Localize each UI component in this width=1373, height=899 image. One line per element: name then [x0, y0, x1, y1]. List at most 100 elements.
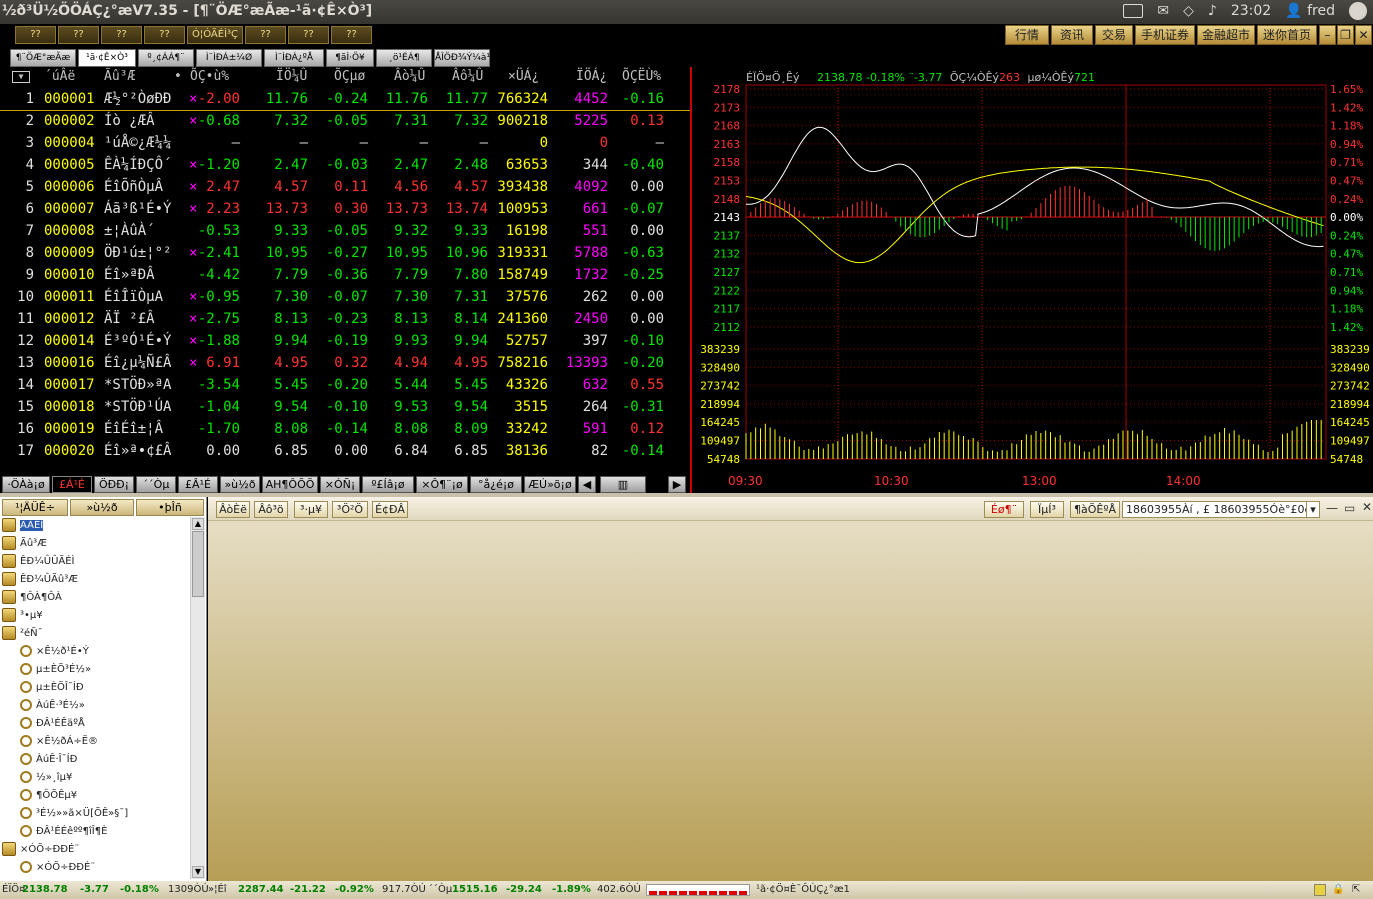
header-price[interactable]: ÏÖ¼Û	[276, 69, 307, 84]
tab-function-tree[interactable]: ¹¦ÄÜÊ÷	[2, 499, 68, 516]
account-dropdown-icon[interactable]: ▾	[1306, 501, 1320, 518]
tree-item[interactable]: Ãû³Æ	[2, 535, 47, 553]
expand-icon[interactable]: ⇱	[1352, 881, 1360, 899]
trade-button[interactable]: 交易	[1095, 25, 1133, 45]
scroll-thumb[interactable]: ▥	[600, 476, 646, 493]
tree-item[interactable]: ×ÓÕ÷ÐÐÉ¨	[2, 841, 79, 859]
tree-item[interactable]: µ±ÈÕ³É½»	[20, 661, 91, 679]
user-menu[interactable]: 👤 fred	[1285, 3, 1335, 19]
intraday-chart[interactable]: ÉÏÖ¤Ö¸Êý 2138.78 -0.18% ¨-3.77 ÕÇ¼ÒÊý263…	[690, 67, 1373, 493]
tree-item[interactable]: ×Ê½ðÁ÷Ë®	[20, 733, 98, 751]
table-row[interactable]: 13 000016 Éî¿µ¼Ñ£Â × 6.91 4.95 0.32 4.94 4.95 758…	[0, 353, 690, 375]
system-button[interactable]: ÏµÍ³	[1030, 501, 1064, 518]
sheet-tab[interactable]: ·ÖÀà¡ø	[2, 476, 50, 493]
quick-button-6[interactable]: ??	[245, 26, 286, 44]
new-share-button[interactable]: É¢ÐÂ	[372, 501, 408, 518]
table-row[interactable]: 7 000008 ±¦ÀûÀ´ -0.53 9.33 -0.05 9.32 9.33 16198…	[0, 221, 690, 243]
multi-account-button[interactable]: ¶àÕÊºÅ	[1070, 501, 1120, 518]
tree-item[interactable]: ²éÑ¯	[2, 625, 43, 643]
tree-item[interactable]: ×ÓÕ÷ÐÐÉ¨	[20, 859, 95, 877]
panel-close-icon[interactable]: ✕	[1362, 500, 1372, 514]
sheet-tab[interactable]: »ù½ð	[220, 476, 260, 493]
table-row[interactable]: 2 000002 Íò ¿ÆÂ × -0.68 7.32 -0.05 7.31 7.32 9002…	[0, 111, 690, 133]
tree-item[interactable]: ¶ÔÕÊµ¥	[20, 787, 77, 805]
buy-button[interactable]: ÂòÈë	[216, 501, 250, 518]
positions-button[interactable]: ³Ö²Ö	[332, 501, 368, 518]
header-mark[interactable]: •	[174, 69, 182, 84]
sheet-tab[interactable]: ´´Òµ	[136, 476, 176, 493]
tab-custom-layout[interactable]: ¶¨ÖÆ°æÃæ	[10, 49, 76, 67]
tab-6[interactable]: ¶ãÌ·Ö¥	[326, 49, 374, 67]
scroll-left-icon[interactable]: ◀	[578, 476, 596, 493]
tree-item[interactable]: ³É½»»ã×Ü[ÕÊ»§¯]	[20, 805, 128, 823]
account-select[interactable]: 18603955Àí , £ 18603955Óè°£0ëèÕ	[1122, 501, 1310, 518]
sheet-tab[interactable]: £Á¹É	[52, 476, 92, 493]
header-speed[interactable]: ÕÇËÙ%	[622, 69, 661, 84]
table-row[interactable]: 16 000019 ÉîÉî±¦Â -1.70 8.08 -0.14 8.08 8.09 332…	[0, 419, 690, 441]
mobile-securities-button[interactable]: 手机证券	[1135, 25, 1195, 45]
panel-minimize-icon[interactable]: —	[1326, 501, 1338, 515]
minimize-button[interactable]: –	[1319, 25, 1336, 45]
table-row[interactable]: 15 000018 *STÖÐ¹ÚA -1.04 9.54 -0.10 9.53 9.54 35…	[0, 397, 690, 419]
scroll-down-icon[interactable]: ▼	[192, 866, 204, 878]
notice-icon[interactable]	[1314, 884, 1326, 896]
tree-item[interactable]: ÃÀÉÌ	[2, 517, 43, 535]
app-store-button[interactable]: Ó¦ÓÃÉÌ³Ç	[187, 26, 243, 44]
tree-scroll-thumb[interactable]	[192, 531, 204, 597]
cancel-order-button[interactable]: ³·µ¥	[294, 501, 328, 518]
keyboard-icon[interactable]	[1123, 4, 1143, 18]
wifi-icon[interactable]: ◇	[1183, 3, 1194, 19]
table-row[interactable]: 1 000001 Æ½°²ÒøÐÐ × -2.00 11.76 -0.24 11.76 11.7…	[0, 89, 690, 111]
tab-5[interactable]: Ì¨ÌÐÁ¿ºÅ	[264, 49, 324, 67]
tab-fund[interactable]: »ù½ð	[70, 499, 134, 516]
table-row[interactable]: 11 000012 ÄÏ ²£Â × -2.75 8.13 -0.23 8.13 8.14 241…	[0, 309, 690, 331]
header-code[interactable]: ´úÂë	[44, 69, 75, 84]
sheet-tab[interactable]: º£Íâ¡ø	[362, 476, 414, 493]
table-row[interactable]: 17 000020 Éî»ª•¢£Â 0.00 6.85 0.00 6.84 6.85 3813…	[0, 441, 690, 463]
clock[interactable]: 23:02	[1231, 3, 1271, 19]
restore-button[interactable]: ❐	[1337, 25, 1354, 45]
tab-home[interactable]: ¹ã·¢Ê×Ò³	[78, 49, 136, 67]
table-row[interactable]: 4 000005 ÊÀ¼ÍÐÇÔ´ × -1.20 2.47 -0.03 2.47 2.48 63…	[0, 155, 690, 177]
header-pct[interactable]: ÕÇ•ù%	[190, 69, 229, 84]
tree-item[interactable]: ÊÐ¼ÛÃû³Æ	[2, 571, 78, 589]
tree-item[interactable]: ¶ÔÀ¶ÔÀ	[2, 589, 62, 607]
sheet-tab[interactable]: °å¿é¡ø	[470, 476, 522, 493]
sell-button[interactable]: Âô³ö	[254, 501, 288, 518]
quick-button-3[interactable]: ??	[101, 26, 142, 44]
power-icon[interactable]: ⏻	[1349, 2, 1367, 20]
sheet-tab[interactable]: ÖÐÐ¡	[94, 476, 134, 493]
volume-icon[interactable]: ♪	[1208, 3, 1217, 19]
tree-item[interactable]: ÐÂ¹ÉÊäºÅ	[20, 715, 85, 733]
tree-scrollbar[interactable]: ▲ ▼	[190, 517, 205, 879]
tab-3[interactable]: º¸¢ÁÁ¶¨	[138, 49, 194, 67]
sheet-tab[interactable]: ÆÚ»õ¡ø	[524, 476, 576, 493]
header-name[interactable]: Ãû³Æ	[104, 69, 135, 84]
table-row[interactable]: 6 000007 Áã³ß¹É•Ý × 2.23 13.73 0.30 13.73 13.74 1…	[0, 199, 690, 221]
tree-item[interactable]: ÀúÊ·³É½»	[20, 697, 85, 715]
table-row[interactable]: 10 000011 ÉîÎïÒµA × -0.95 7.30 -0.07 7.30 7.31 37…	[0, 287, 690, 309]
table-row[interactable]: 8 000009 ÖÐ¹ú±¦°² × -2.41 10.95 -0.27 10.95 10.9…	[0, 243, 690, 265]
tree-item[interactable]: ÐÂ¹ÉÉêºº¶îÎ¶È	[20, 823, 107, 841]
sheet-tab[interactable]: AH¶ÔÕÕ	[262, 476, 318, 493]
header-ask[interactable]: Âô¼Û	[452, 69, 483, 84]
tab-service[interactable]: •þÎñ	[136, 499, 204, 516]
tree-item[interactable]: ÊÐ¼ÛÛÃÉÌ	[2, 553, 75, 571]
header-change[interactable]: ÕÇµø	[334, 69, 365, 84]
tree-item[interactable]: ½»¸îµ¥	[20, 769, 72, 787]
finance-market-button[interactable]: 金融超市	[1197, 25, 1255, 45]
sheet-tab[interactable]: £Â¹É	[178, 476, 218, 493]
lock-button[interactable]: Éø¶¨	[984, 501, 1024, 518]
quick-button-7[interactable]: ??	[288, 26, 329, 44]
quick-button-4[interactable]: ??	[144, 26, 185, 44]
quick-button-2[interactable]: ??	[58, 26, 99, 44]
quick-button-1[interactable]: ??	[15, 26, 56, 44]
header-bid[interactable]: Âò¼Û	[394, 69, 425, 84]
news-button[interactable]: 资讯	[1051, 25, 1093, 45]
quotes-button[interactable]: 行情	[1005, 25, 1049, 45]
table-row[interactable]: 14 000017 *STÖÐ»ªA -3.54 5.45 -0.20 5.44 5.45 43…	[0, 375, 690, 397]
tab-4[interactable]: Ì¨ÌÐÁ±¼Ø	[196, 49, 262, 67]
header-current[interactable]: ÏÖÁ¿	[576, 69, 607, 84]
lock-icon[interactable]: 🔒	[1332, 881, 1344, 899]
tree-item[interactable]: µ±ÈÕÎ¯ÍÐ	[20, 679, 84, 697]
